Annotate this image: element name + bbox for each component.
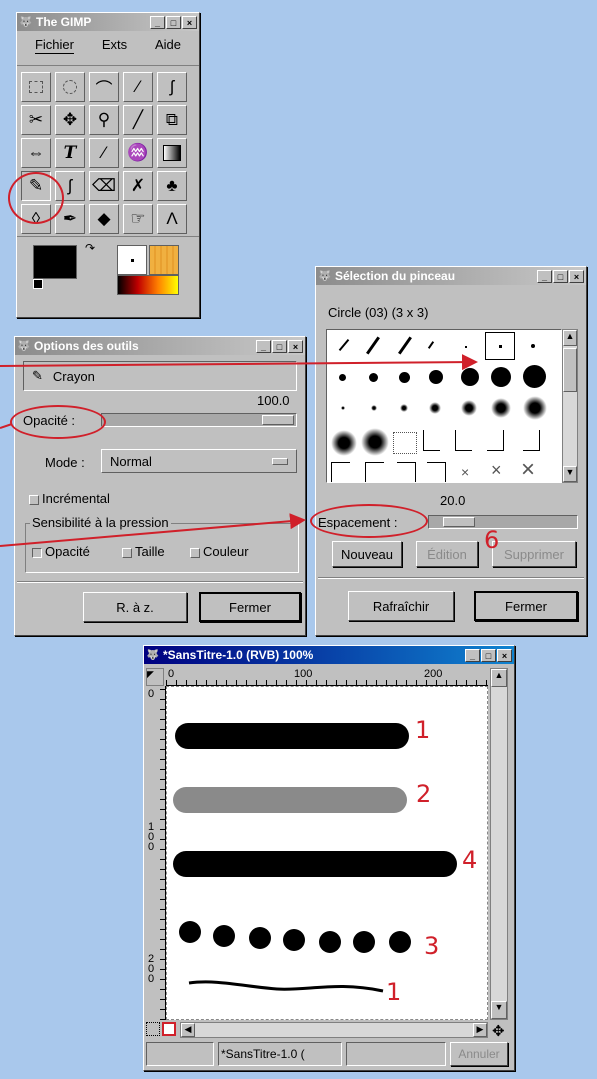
annotation-number-2: 2: [416, 780, 432, 808]
annotation-number-3: 3: [424, 932, 440, 960]
arrow-to-spacing: [0, 513, 306, 547]
arrow-opacity-stub: [0, 423, 13, 429]
desktop: { "toolbox": { "title": "The GIMP", "men…: [0, 0, 597, 1079]
annotation-number-4: 4: [462, 846, 478, 874]
annotation-number-6: 6: [484, 526, 500, 554]
annotation-number-1: 1: [415, 716, 431, 744]
arrow-to-brush: [0, 354, 478, 371]
annotation-arrows: [0, 354, 478, 547]
annotation-number-1b: 1: [386, 978, 402, 1006]
